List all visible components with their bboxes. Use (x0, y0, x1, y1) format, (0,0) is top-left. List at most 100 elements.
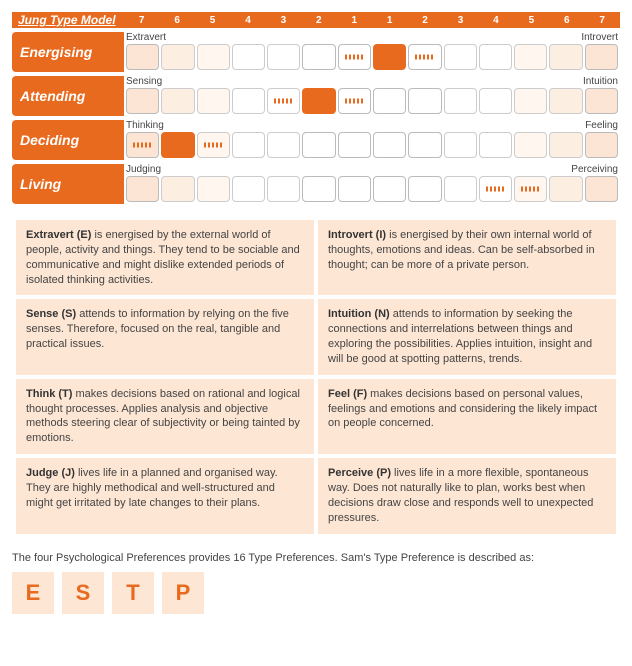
scale-cell (267, 44, 300, 70)
scale-cell (126, 132, 159, 158)
scale-cell (479, 44, 512, 70)
scale-number: 3 (443, 15, 478, 26)
scale-number: 7 (124, 15, 159, 26)
scale-cell (197, 132, 230, 158)
scale-cell (232, 176, 265, 202)
scale-cell (338, 88, 371, 114)
pole-left: Extravert (126, 32, 166, 44)
type-letter: T (112, 572, 154, 614)
scale-cell (126, 44, 159, 70)
scale-cell (479, 88, 512, 114)
scale-cell (373, 88, 406, 114)
scale-cell (373, 176, 406, 202)
scale-number: 5 (514, 15, 549, 26)
scale-cell (549, 176, 582, 202)
scale-cell (267, 88, 300, 114)
scale-cell (373, 44, 406, 70)
scale-cell (444, 132, 477, 158)
type-letters: ESTP (12, 572, 620, 614)
outro-text: The four Psychological Preferences provi… (12, 552, 620, 564)
scale-cell (514, 88, 547, 114)
type-letter: P (162, 572, 204, 614)
scale-number: 1 (337, 15, 372, 26)
scale-cell (126, 176, 159, 202)
description-cell-right: Perceive (P) lives life in a more flexib… (318, 458, 616, 533)
scale-cell (514, 176, 547, 202)
scale-cell (514, 132, 547, 158)
scale-cell (373, 132, 406, 158)
scale-cell (585, 176, 618, 202)
scale-cell (479, 176, 512, 202)
scale-cell (197, 176, 230, 202)
scale-cell (302, 176, 335, 202)
scale-number: 5 (195, 15, 230, 26)
description-cell-left: Think (T) makes decisions based on ratio… (16, 379, 314, 454)
scale-number: 3 (266, 15, 301, 26)
pole-right: Feeling (585, 120, 618, 132)
description-cell-right: Introvert (I) is energised by their own … (318, 220, 616, 295)
scale-cell (408, 132, 441, 158)
scale-cell (444, 44, 477, 70)
scale-cell (338, 176, 371, 202)
dimension-row: EnergisingExtravert Introvert (12, 32, 620, 72)
description-cell-right: Feel (F) makes decisions based on person… (318, 379, 616, 454)
scale-numbers: 76543211234567 (124, 12, 620, 28)
description-cell-left: Sense (S) attends to information by rely… (16, 299, 314, 374)
scale-cell (232, 88, 265, 114)
scale-cell (585, 88, 618, 114)
scale-cell (302, 44, 335, 70)
scale-cell (161, 132, 194, 158)
pole-right: Intuition (583, 76, 618, 88)
description-cell-right: Intuition (N) attends to information by … (318, 299, 616, 374)
dimension-label: Energising (12, 32, 124, 72)
scale-cell (232, 132, 265, 158)
scale-cell (126, 88, 159, 114)
scale-number: 2 (407, 15, 442, 26)
dimension-row: LivingJudging Perceiving (12, 164, 620, 204)
pole-right: Introvert (581, 32, 618, 44)
scale-number: 7 (584, 15, 619, 26)
scale-cell (267, 132, 300, 158)
scale-number: 6 (549, 15, 584, 26)
descriptions-table: Extravert (E) is energised by the extern… (12, 216, 620, 538)
scale-number: 4 (478, 15, 513, 26)
scale-cell (549, 44, 582, 70)
scale-cell (514, 44, 547, 70)
description-cell-left: Judge (J) lives life in a planned and or… (16, 458, 314, 533)
scale-cell (549, 88, 582, 114)
dimension-label: Attending (12, 76, 124, 116)
pole-left: Sensing (126, 76, 162, 88)
scale-cell (197, 88, 230, 114)
pole-left: Judging (126, 164, 161, 176)
type-letter: E (12, 572, 54, 614)
scale-cell (408, 176, 441, 202)
scale-cell (267, 176, 300, 202)
dimension-label: Living (12, 164, 124, 204)
scale-cell (302, 132, 335, 158)
scale-cell (479, 132, 512, 158)
scale-cell (585, 44, 618, 70)
scale-cell (444, 88, 477, 114)
scale-number: 6 (159, 15, 194, 26)
scale-cell (444, 176, 477, 202)
pole-right: Perceiving (571, 164, 618, 176)
scale-cell (408, 44, 441, 70)
scale-cell (585, 132, 618, 158)
scale-number: 1 (372, 15, 407, 26)
scale-cell (161, 88, 194, 114)
scale-cell (161, 44, 194, 70)
type-letter: S (62, 572, 104, 614)
scale-cell (232, 44, 265, 70)
scale-cell (161, 176, 194, 202)
scale-cell (549, 132, 582, 158)
pole-left: Thinking (126, 120, 164, 132)
scale-number: 2 (301, 15, 336, 26)
dimension-row: DecidingThinkingFeeling (12, 120, 620, 160)
scale-cell (338, 132, 371, 158)
scale-number: 4 (230, 15, 265, 26)
scale-cell (338, 44, 371, 70)
scale-cell (408, 88, 441, 114)
description-cell-left: Extravert (E) is energised by the extern… (16, 220, 314, 295)
scale-cell (197, 44, 230, 70)
dimension-row: AttendingSensing Intuition (12, 76, 620, 116)
